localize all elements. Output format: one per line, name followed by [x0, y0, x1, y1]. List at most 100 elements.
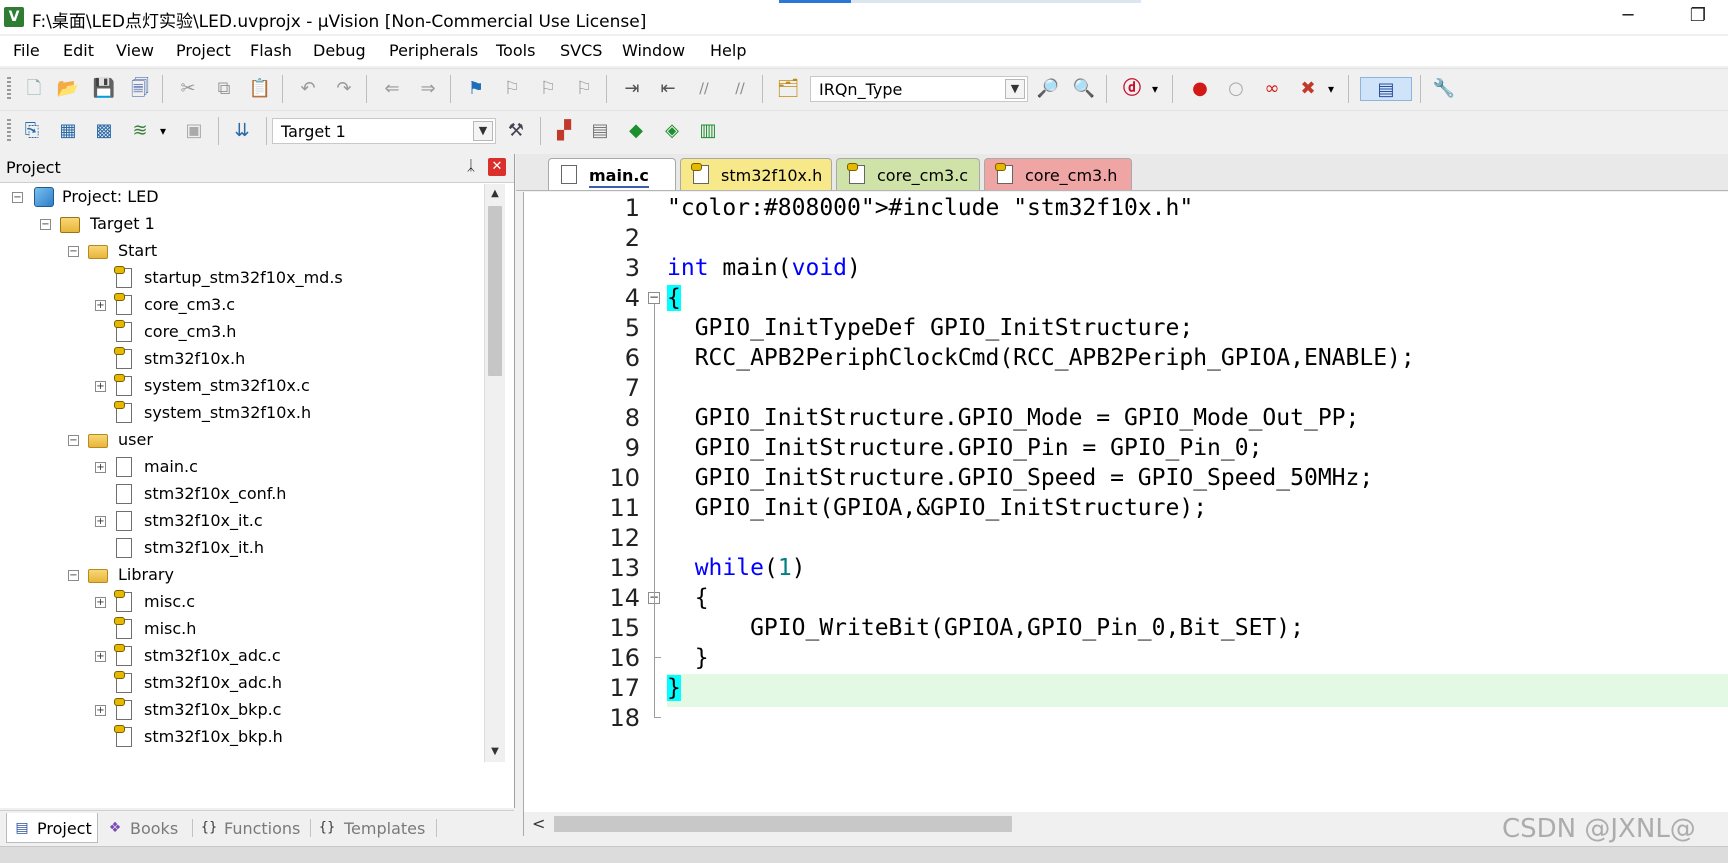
- tree-vertical-scrollbar[interactable]: ▲ ▼: [484, 184, 505, 762]
- tree-node[interactable]: + main.c: [0, 454, 480, 480]
- uncomment-icon[interactable]: //: [728, 77, 752, 101]
- collapse-icon[interactable]: −: [40, 219, 51, 230]
- menu-flash[interactable]: Flash: [250, 41, 292, 60]
- code-text-area[interactable]: "color:#808000">#include "stm32f10x.h" in…: [667, 192, 1728, 812]
- stop-build-icon[interactable]: ▣: [182, 119, 206, 143]
- scrollbar-thumb[interactable]: [554, 816, 1012, 832]
- tree-node[interactable]: stm32f10x_bkp.h: [0, 724, 480, 750]
- manage-rte-icon[interactable]: ▥: [696, 119, 720, 143]
- menu-file[interactable]: File: [13, 41, 40, 60]
- menu-edit[interactable]: Edit: [63, 41, 94, 60]
- incremental-find-icon[interactable]: 🔍: [1072, 77, 1096, 101]
- code-line[interactable]: }: [667, 642, 709, 675]
- tab-functions[interactable]: {} Functions: [198, 813, 308, 843]
- translate-icon[interactable]: ⎘: [20, 119, 44, 143]
- code-line[interactable]: GPIO_InitStructure.GPIO_Speed = GPIO_Spe…: [667, 462, 1374, 495]
- expand-icon[interactable]: +: [95, 651, 106, 662]
- expand-icon[interactable]: +: [95, 381, 106, 392]
- tab-project[interactable]: ▤ Project: [6, 813, 98, 843]
- code-line[interactable]: GPIO_WriteBit(GPIOA,GPIO_Pin_0,Bit_SET);: [667, 612, 1304, 645]
- cut-icon[interactable]: ✂: [176, 77, 200, 101]
- tree-node[interactable]: − Start: [0, 238, 480, 264]
- find-combo[interactable]: IRQn_Type ▼: [810, 76, 1028, 102]
- prev-bookmark-icon[interactable]: ⚐: [500, 77, 524, 101]
- tree-node[interactable]: + core_cm3.c: [0, 292, 480, 318]
- unindent-icon[interactable]: ⇤: [656, 77, 680, 101]
- tree-node[interactable]: stm32f10x_conf.h: [0, 481, 480, 507]
- code-line[interactable]: RCC_APB2PeriphClockCmd(RCC_APB2Periph_GP…: [667, 342, 1415, 375]
- collapse-icon[interactable]: −: [68, 435, 79, 446]
- tree-node[interactable]: stm32f10x.h: [0, 346, 480, 372]
- menu-peripherals[interactable]: Peripherals: [389, 41, 478, 60]
- tree-node[interactable]: + stm32f10x_it.c: [0, 508, 480, 534]
- tab-books[interactable]: ❖ Books: [104, 813, 190, 843]
- new-file-icon[interactable]: 🗋: [22, 77, 46, 101]
- copy-icon[interactable]: ⧉: [212, 77, 236, 101]
- next-bookmark-icon[interactable]: ⚐: [536, 77, 560, 101]
- editor-tab-core-cm3-h[interactable]: core_cm3.h: [984, 158, 1132, 190]
- manage-multi-project-icon[interactable]: ▤: [588, 119, 612, 143]
- tree-node[interactable]: + misc.c: [0, 589, 480, 615]
- expand-icon[interactable]: +: [95, 516, 106, 527]
- manage-project-items-icon[interactable]: ▞: [552, 119, 576, 143]
- collapse-icon[interactable]: −: [68, 246, 79, 257]
- tree-node[interactable]: + system_stm32f10x.c: [0, 373, 480, 399]
- tree-node[interactable]: − Project: LED: [0, 184, 480, 210]
- chevron-down-icon[interactable]: ▾: [156, 119, 170, 143]
- debug-session-icon[interactable]: ⓓ: [1120, 77, 1144, 101]
- menu-svcs[interactable]: SVCS: [560, 41, 602, 60]
- restore-button[interactable]: ❐: [1670, 0, 1726, 34]
- chevron-down-icon[interactable]: ▾: [1148, 77, 1162, 101]
- close-panel-button[interactable]: ✕: [488, 158, 506, 176]
- tree-node[interactable]: system_stm32f10x.h: [0, 400, 480, 426]
- code-line[interactable]: while(1): [667, 552, 806, 585]
- find-icon[interactable]: 🔎: [1036, 77, 1060, 101]
- pin-icon[interactable]: ᛣ: [462, 158, 480, 176]
- menu-window[interactable]: Window: [622, 41, 685, 60]
- tree-node[interactable]: + stm32f10x_adc.c: [0, 643, 480, 669]
- expand-icon[interactable]: +: [95, 597, 106, 608]
- tree-node[interactable]: − Target 1: [0, 211, 480, 237]
- tree-node[interactable]: misc.h: [0, 616, 480, 642]
- bookmark-icon[interactable]: ⚑: [464, 77, 488, 101]
- rebuild-icon[interactable]: ▩: [92, 119, 116, 143]
- download-load-icon[interactable]: ⇊: [230, 119, 254, 143]
- menu-help[interactable]: Help: [710, 41, 746, 60]
- menu-project[interactable]: Project: [176, 41, 231, 60]
- menu-debug[interactable]: Debug: [313, 41, 366, 60]
- breakpoint-icon[interactable]: ●: [1188, 77, 1212, 101]
- tree-node[interactable]: − Library: [0, 562, 480, 588]
- find-in-files-icon[interactable]: 🗂: [776, 77, 800, 101]
- tree-node[interactable]: − user: [0, 427, 480, 453]
- minimize-button[interactable]: ─: [1600, 0, 1656, 34]
- batch-build-icon[interactable]: ≋: [128, 119, 152, 143]
- collapse-icon[interactable]: −: [68, 570, 79, 581]
- tree-node[interactable]: + stm32f10x_bkp.c: [0, 697, 480, 723]
- code-line[interactable]: GPIO_InitStructure.GPIO_Mode = GPIO_Mode…: [667, 402, 1360, 435]
- expand-icon[interactable]: +: [95, 300, 106, 311]
- undo-icon[interactable]: ↶: [296, 77, 320, 101]
- toolbar-grip[interactable]: [7, 77, 11, 101]
- select-software-packs-icon[interactable]: ◆: [624, 119, 648, 143]
- pack-installer-icon[interactable]: ◈: [660, 119, 684, 143]
- chevron-down-icon[interactable]: ▼: [1005, 79, 1025, 99]
- code-line[interactable]: GPIO_Init(GPIOA,&GPIO_InitStructure);: [667, 492, 1207, 525]
- target-options-icon[interactable]: ⚒: [504, 119, 528, 143]
- collapse-icon[interactable]: −: [12, 192, 23, 203]
- toolbar-grip[interactable]: [7, 119, 11, 143]
- tree-node[interactable]: stm32f10x_adc.h: [0, 670, 480, 696]
- tree-node[interactable]: startup_stm32f10x_md.s: [0, 265, 480, 291]
- target-combo[interactable]: Target 1 ▼: [272, 118, 496, 144]
- scroll-up-icon[interactable]: ▲: [487, 186, 503, 202]
- chevron-down-icon[interactable]: ▾: [1324, 77, 1338, 101]
- code-editor[interactable]: 123456789101112131415161718−− "color:#80…: [523, 192, 1728, 812]
- scrollbar-thumb[interactable]: [488, 206, 502, 376]
- save-all-icon[interactable]: 🗐: [128, 77, 152, 101]
- scroll-down-icon[interactable]: ▼: [487, 744, 503, 760]
- editor-tab-core-cm3-c[interactable]: core_cm3.c: [836, 158, 980, 190]
- kill-breakpoints-icon[interactable]: ✖: [1296, 77, 1320, 101]
- menu-view[interactable]: View: [116, 41, 154, 60]
- window-layout-icon[interactable]: ▤: [1360, 77, 1412, 101]
- expand-icon[interactable]: +: [95, 462, 106, 473]
- tree-node[interactable]: core_cm3.h: [0, 319, 480, 345]
